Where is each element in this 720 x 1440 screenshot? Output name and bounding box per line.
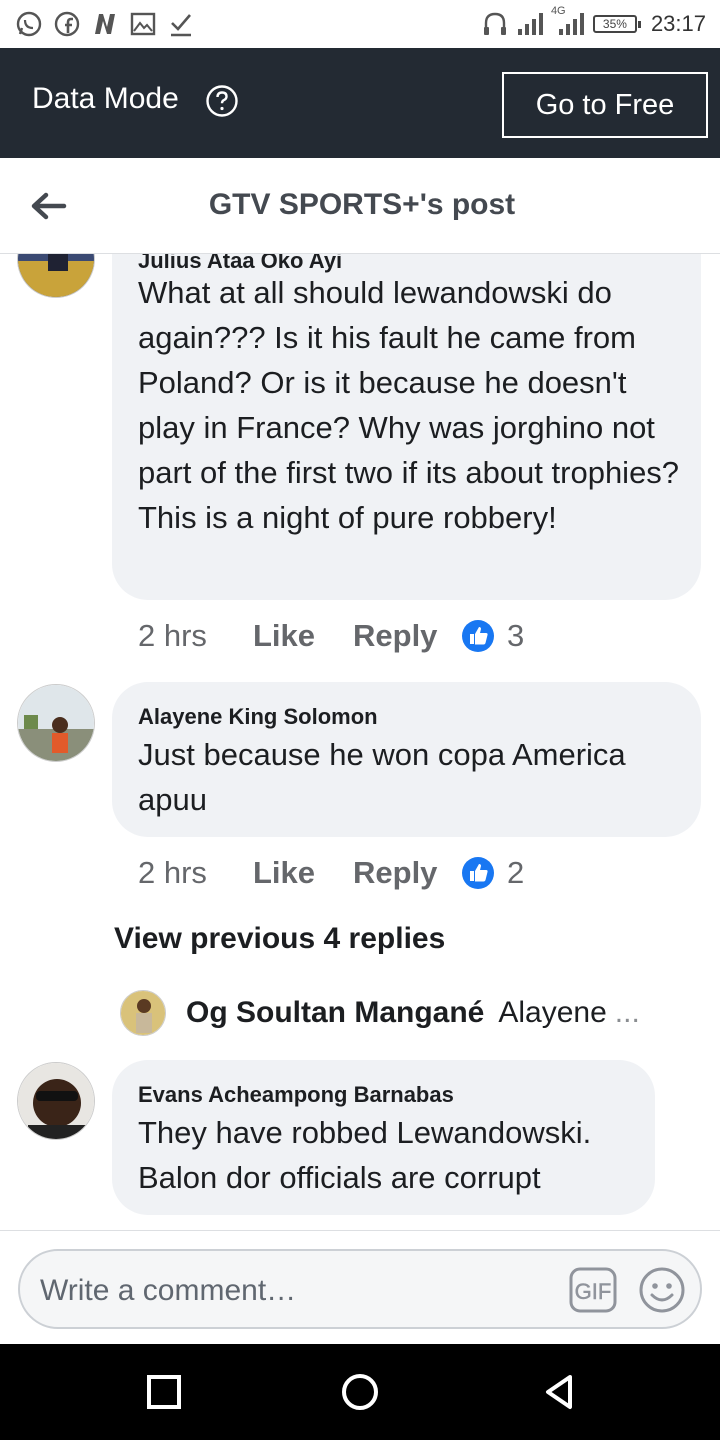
- data-mode-bar: Data Mode Go to Free: [0, 48, 720, 158]
- comment-author[interactable]: Alayene King Solomon: [138, 704, 378, 730]
- avatar-image: [18, 254, 94, 297]
- comment-bubble[interactable]: Julius Ataa Oko Ayi What at all should l…: [112, 254, 701, 600]
- home-icon[interactable]: [340, 1372, 380, 1412]
- comment-text: Just because he won copa America apuu: [138, 737, 626, 817]
- like-reaction-icon: [462, 620, 494, 652]
- comment-text: What at all should lewandowski do again?…: [138, 275, 680, 535]
- system-indicators: 4G 35% 23:17: [481, 5, 706, 39]
- status-bar: 4G 35% 23:17: [0, 0, 720, 48]
- avatar[interactable]: [120, 990, 166, 1036]
- comment-text: They have robbed Lewandowski. Balon dor …: [138, 1115, 592, 1195]
- comment-composer[interactable]: GIF: [18, 1249, 702, 1329]
- clock: 23:17: [650, 11, 706, 36]
- comment-composer-area: GIF: [0, 1230, 720, 1344]
- like-button[interactable]: Like: [253, 855, 353, 891]
- reply-preview[interactable]: Og Soultan Mangané Alayene ...: [120, 988, 690, 1038]
- comment-bubble[interactable]: Evans Acheampong Barnabas They have robb…: [112, 1060, 655, 1215]
- like-button[interactable]: Like: [253, 618, 353, 654]
- reply-button[interactable]: Reply: [353, 855, 461, 891]
- signal-icon: [517, 13, 543, 35]
- notification-icons: [14, 9, 196, 39]
- avatar[interactable]: [17, 1062, 95, 1140]
- comment-author[interactable]: Evans Acheampong Barnabas: [138, 1082, 454, 1108]
- svg-text:GIF: GIF: [575, 1279, 612, 1304]
- comment-time[interactable]: 2 hrs: [138, 855, 253, 891]
- avatar[interactable]: [17, 684, 95, 762]
- download-done-icon: [171, 14, 191, 37]
- network-type: 4G: [550, 5, 566, 17]
- reply-ellipsis: ...: [614, 996, 640, 1029]
- facebook-icon: [54, 11, 80, 37]
- comment-input[interactable]: [40, 1271, 540, 1311]
- comments-feed[interactable]: Julius Ataa Oko Ayi What at all should l…: [0, 254, 720, 1230]
- whatsapp-icon: [16, 11, 42, 37]
- like-count: 2: [507, 855, 525, 890]
- news-icon: [95, 14, 115, 34]
- mobile-data-signal: 4G: [551, 5, 587, 39]
- gif-icon[interactable]: GIF: [568, 1266, 618, 1314]
- comment-actions: 2 hrs Like Reply 2: [138, 853, 524, 893]
- back-icon[interactable]: [540, 1372, 580, 1412]
- go-to-free-button[interactable]: Go to Free: [502, 72, 708, 138]
- avatar[interactable]: [17, 254, 95, 298]
- avatar-image: [18, 1063, 94, 1139]
- view-previous-replies-link[interactable]: View previous 4 replies: [114, 922, 445, 956]
- help-icon[interactable]: [205, 84, 239, 118]
- comment-bubble[interactable]: Alayene King Solomon Just because he won…: [112, 682, 701, 837]
- reply-preview-text: Alayene: [498, 996, 607, 1029]
- battery-indicator: 35%: [592, 15, 641, 33]
- page-title: GTV SPORTS+'s post: [208, 188, 516, 221]
- emoji-icon[interactable]: [638, 1266, 686, 1314]
- headphones-icon: [483, 12, 506, 35]
- recent-apps-icon[interactable]: [144, 1372, 184, 1412]
- system-navigation-bar: [0, 1344, 720, 1440]
- avatar-image: [18, 685, 94, 761]
- comment-time[interactable]: 2 hrs: [138, 618, 253, 654]
- like-count: 3: [507, 618, 525, 653]
- avatar-image: [121, 991, 165, 1035]
- gallery-icon: [130, 12, 156, 36]
- reply-author[interactable]: Og Soultan Mangané: [186, 996, 484, 1030]
- data-mode-title: Data Mode: [32, 82, 179, 115]
- reply-button[interactable]: Reply: [353, 618, 461, 654]
- comment-actions: 2 hrs Like Reply 3: [138, 616, 524, 656]
- post-header: GTV SPORTS+'s post: [0, 158, 720, 254]
- like-reaction-icon: [462, 857, 494, 889]
